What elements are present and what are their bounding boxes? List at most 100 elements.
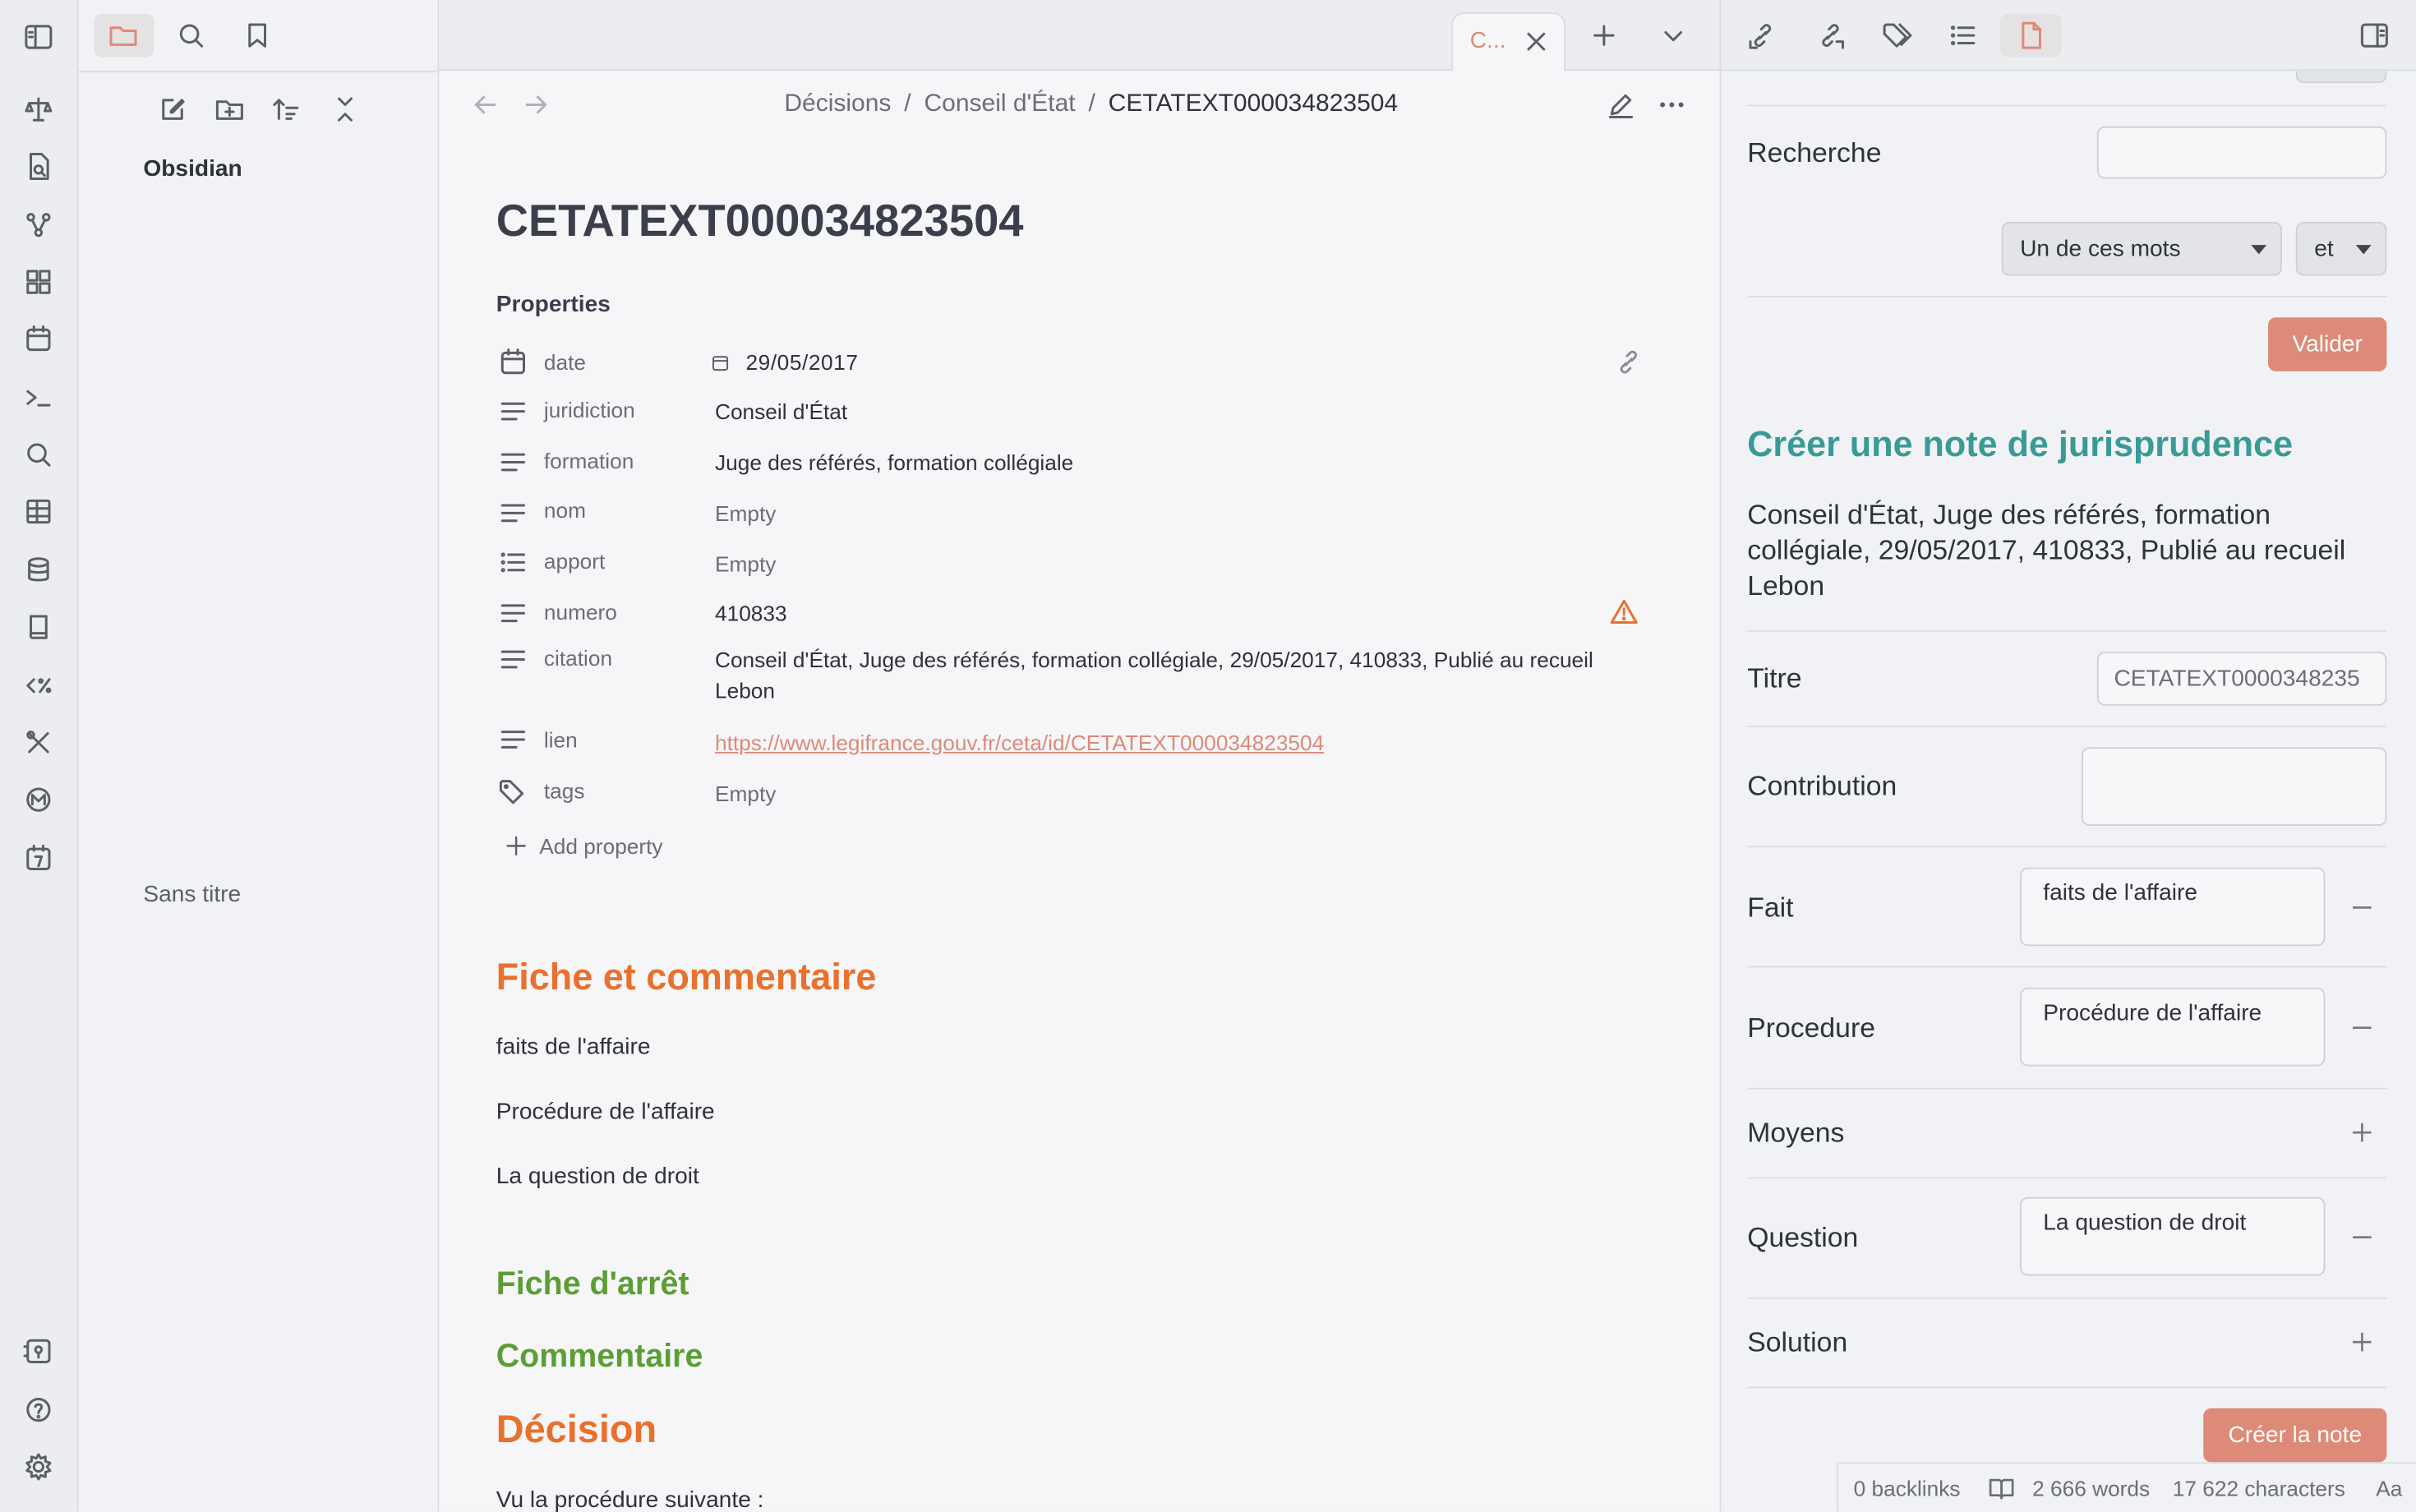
property-key[interactable]: formation xyxy=(544,449,634,473)
edit-icon[interactable] xyxy=(1604,88,1638,122)
search-icon[interactable] xyxy=(174,19,208,53)
right-sidebar-toggle-icon[interactable] xyxy=(2358,19,2391,53)
heading-fiche-commentaire[interactable]: Fiche et commentaire xyxy=(496,957,877,1000)
panel-heading: Créer une note de jurisprudence xyxy=(1747,423,2294,464)
breadcrumb-item[interactable]: Décisions xyxy=(784,91,891,118)
property-key[interactable]: apport xyxy=(544,549,605,574)
procedure-textarea[interactable]: Procédure de l'affaire xyxy=(2020,987,2326,1067)
creer-note-button[interactable]: Créer la note xyxy=(2203,1408,2387,1463)
link-icon[interactable] xyxy=(1611,345,1645,379)
clipped-button[interactable] xyxy=(2295,71,2387,84)
folder-icon[interactable] xyxy=(106,19,140,53)
paragraph[interactable]: La question de droit xyxy=(496,1164,699,1190)
property-key[interactable]: citation xyxy=(544,646,612,671)
template-icon[interactable] xyxy=(21,669,55,703)
search-icon[interactable] xyxy=(21,438,55,472)
terminal-icon[interactable] xyxy=(21,380,55,414)
reading-mode-icon[interactable] xyxy=(1985,1472,2018,1505)
property-key[interactable]: nom xyxy=(544,498,586,523)
new-folder-icon[interactable] xyxy=(213,93,247,127)
settings-icon[interactable] xyxy=(21,1450,55,1483)
table-icon[interactable] xyxy=(21,495,55,528)
database-icon[interactable] xyxy=(21,553,55,587)
markdown-icon[interactable] xyxy=(21,783,55,817)
paragraph[interactable]: faits de l'affaire xyxy=(496,1034,651,1060)
property-value-empty[interactable]: Empty xyxy=(715,781,776,806)
note-title[interactable]: CETATEXT000034823504 xyxy=(496,197,1024,248)
outgoing-links-icon[interactable] xyxy=(1814,19,1847,53)
vault-icon[interactable] xyxy=(21,1335,55,1368)
heading-fiche-arret[interactable]: Fiche d'arrêt xyxy=(496,1266,689,1303)
close-icon[interactable] xyxy=(1519,25,1553,58)
properties-heading[interactable]: Properties xyxy=(496,291,611,317)
font-size-toggle[interactable]: Aa xyxy=(2376,1476,2402,1500)
daily-note-icon[interactable] xyxy=(21,841,55,875)
property-value[interactable]: Lebon xyxy=(715,678,775,703)
property-value[interactable]: Juge des référés, formation collégiale xyxy=(715,450,1073,475)
plus-icon[interactable] xyxy=(2349,1328,2377,1356)
mode-select[interactable]: Un de ces mots xyxy=(2001,222,2282,276)
property-value-link[interactable]: https://www.legifrance.gouv.fr/ceta/id/C… xyxy=(715,731,1324,755)
minus-icon[interactable] xyxy=(2349,1224,2377,1252)
tools-icon[interactable] xyxy=(21,726,55,759)
paragraph[interactable]: Procédure de l'affaire xyxy=(496,1099,715,1125)
file-search-icon[interactable] xyxy=(21,150,55,183)
sidebar-toggle-icon[interactable] xyxy=(21,20,55,53)
outline-icon[interactable] xyxy=(1946,19,1980,53)
sort-icon[interactable] xyxy=(270,93,303,127)
tab-active[interactable]: C... xyxy=(1451,12,1565,73)
plus-icon[interactable] xyxy=(2349,1118,2377,1146)
back-icon[interactable] xyxy=(468,88,502,122)
paragraph[interactable]: Vu la procédure suivante : xyxy=(496,1487,764,1512)
question-textarea[interactable]: La question de droit xyxy=(2020,1196,2326,1276)
book-icon[interactable] xyxy=(21,611,55,644)
grid-icon[interactable] xyxy=(21,265,55,299)
help-icon[interactable] xyxy=(21,1393,55,1427)
heading-decision[interactable]: Décision xyxy=(496,1408,657,1453)
property-value[interactable]: Conseil d'État, Juge des référés, format… xyxy=(715,648,1593,672)
titre-input[interactable]: CETATEXT0000348235 xyxy=(2096,652,2387,706)
calendar-icon[interactable] xyxy=(21,322,55,356)
property-value[interactable]: 410833 xyxy=(715,601,787,625)
file-icon[interactable] xyxy=(2014,19,2048,53)
heading-commentaire[interactable]: Commentaire xyxy=(496,1339,703,1376)
fait-textarea[interactable]: faits de l'affaire xyxy=(2020,867,2326,947)
property-key[interactable]: date xyxy=(544,350,586,375)
property-value[interactable]: Conseil d'État xyxy=(715,399,847,424)
recherche-input[interactable] xyxy=(2096,126,2387,179)
plus-icon[interactable] xyxy=(500,829,532,863)
bookmark-icon[interactable] xyxy=(241,19,274,53)
backlinks-count[interactable]: 0 backlinks xyxy=(1854,1476,1961,1500)
graph-icon[interactable] xyxy=(21,208,55,242)
property-key[interactable]: tags xyxy=(544,778,585,803)
minus-icon[interactable] xyxy=(2349,1014,2377,1042)
editor: Décisions / Conseil d'État / CETATEXT000… xyxy=(439,71,1720,1512)
property-key[interactable]: numero xyxy=(544,599,617,624)
backlinks-icon[interactable] xyxy=(1745,19,1779,53)
property-value-empty[interactable]: Empty xyxy=(715,551,776,576)
breadcrumb-current[interactable]: CETATEXT000034823504 xyxy=(1109,91,1398,118)
new-note-icon[interactable] xyxy=(155,93,189,127)
tags-icon[interactable] xyxy=(1880,19,1914,53)
property-value-date[interactable]: 29/05/2017 xyxy=(746,350,859,375)
forward-icon[interactable] xyxy=(519,88,553,122)
more-options-icon[interactable] xyxy=(1655,88,1689,122)
collapse-icon[interactable] xyxy=(328,93,362,127)
scales-icon[interactable] xyxy=(21,93,55,127)
chevron-down-icon[interactable] xyxy=(1657,19,1690,53)
operator-select[interactable]: et xyxy=(2295,222,2387,276)
breadcrumb-item[interactable]: Conseil d'État xyxy=(924,91,1075,118)
warning-icon[interactable] xyxy=(1607,595,1641,629)
calendar-icon xyxy=(704,345,735,379)
minus-icon[interactable] xyxy=(2349,894,2377,922)
property-value-empty[interactable]: Empty xyxy=(715,500,776,525)
contribution-textarea[interactable] xyxy=(2082,747,2387,826)
add-property-button[interactable]: Add property xyxy=(539,833,662,858)
property-key[interactable]: lien xyxy=(544,727,578,752)
divider xyxy=(1747,296,2387,297)
file-item[interactable]: Sans titre xyxy=(143,882,241,908)
valider-button[interactable]: Valider xyxy=(2268,317,2387,371)
property-key[interactable]: juridiction xyxy=(544,398,635,422)
new-tab-icon[interactable] xyxy=(1587,19,1621,53)
vault-name[interactable]: Obsidian xyxy=(143,155,242,182)
